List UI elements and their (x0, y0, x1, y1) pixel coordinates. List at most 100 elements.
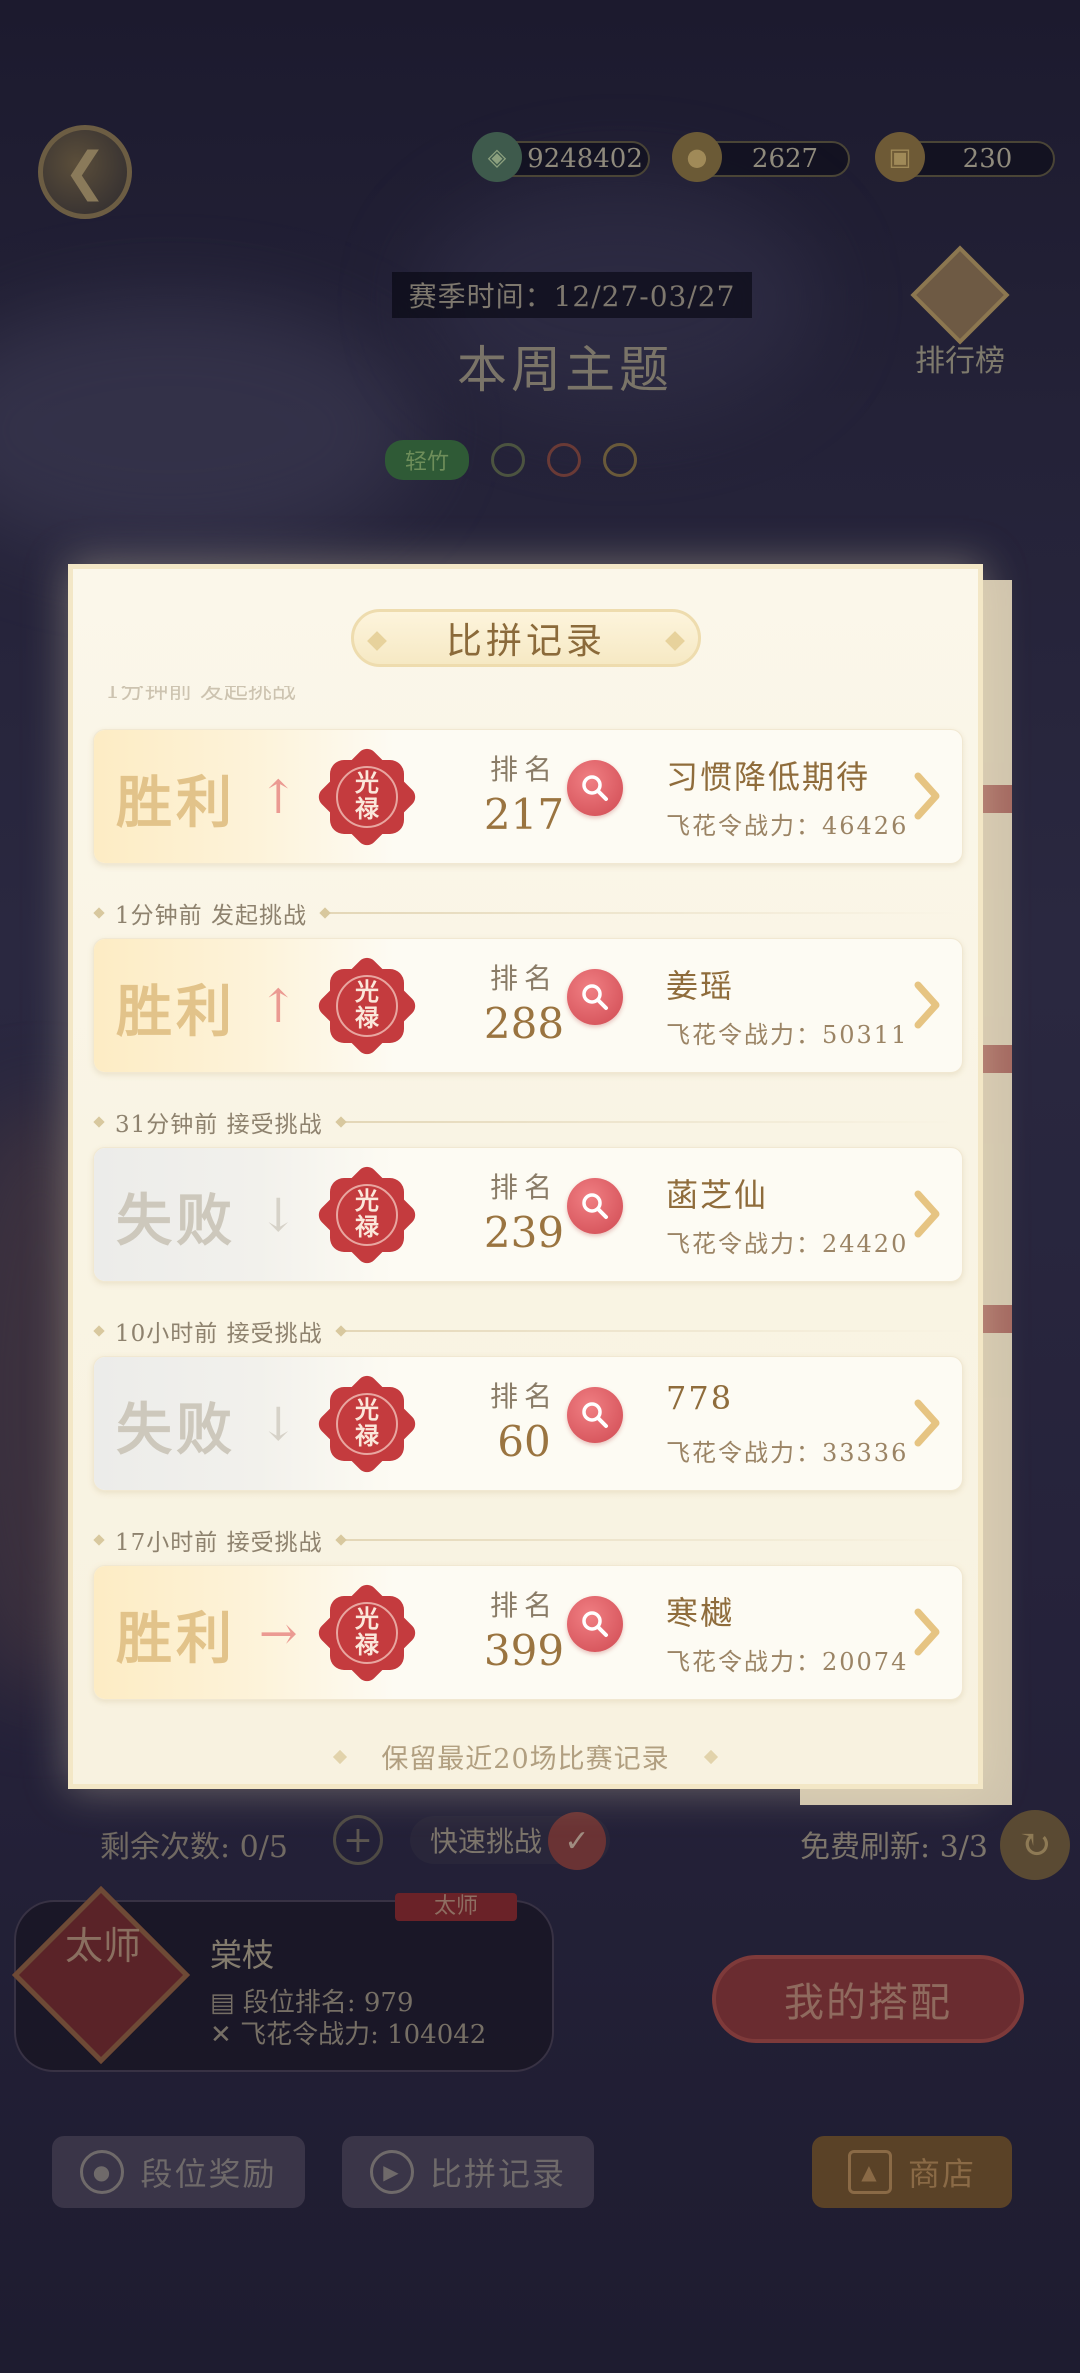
player-title-tag: 太师 (395, 1893, 517, 1921)
ornament-diamond (703, 1749, 718, 1764)
gift-icon: ● (80, 2150, 125, 2194)
rank-value: 399 (483, 1626, 565, 1675)
record-card[interactable]: 胜利 → 光禄 排名 399 寒樾 飞花令战力：20074 (93, 1565, 963, 1700)
arrow-down-icon: ↓ (259, 1397, 298, 1451)
opponent-power: 飞花令战力：46426 (666, 806, 908, 841)
moon-element-icon (603, 443, 638, 477)
result-label: 失败 (116, 1188, 236, 1254)
power-value: 46426 (822, 812, 909, 840)
modal-title: 比拼记录 (445, 621, 606, 662)
opponent-name: 姜瑶 (666, 967, 735, 1005)
view-opponent-button[interactable] (567, 1596, 623, 1652)
crossed-swords-icon: ✕ (210, 2020, 241, 2050)
badge-label: 光禄 (355, 1604, 379, 1659)
badge-text: 光禄 (322, 1397, 412, 1449)
record-card[interactable]: 胜利 ↑ 光禄 排名 217 习惯降低期待 飞花令战力：46426 (93, 729, 963, 864)
power-label: 飞花令战力： (666, 812, 822, 840)
badge-label: 光禄 (355, 1395, 379, 1450)
record-time: 17小时前 接受挑战 (115, 1530, 323, 1556)
rank-label: 排名 (489, 1380, 558, 1413)
ornament-diamond (93, 907, 105, 919)
refresh-icon[interactable]: ↻ (1000, 1810, 1070, 1880)
power-label: 飞花令战力： (666, 1230, 822, 1258)
divider-line (336, 1330, 965, 1332)
opponent-name: 习惯降低期待 (666, 758, 871, 796)
magnifier-icon (582, 1402, 608, 1428)
magnifier-icon (582, 984, 608, 1010)
record-card[interactable]: 失败 ↓ 光禄 排名 239 菡芝仙 飞花令战力：24420 (93, 1147, 963, 1282)
chevron-right-icon[interactable] (912, 979, 942, 1031)
divider-line (320, 912, 965, 914)
play-icon: ▶ (369, 2150, 414, 2194)
my-lineup-button[interactable]: 我的搭配 (712, 1955, 1024, 2043)
badge-label: 光禄 (355, 1186, 379, 1241)
magnifier-icon (582, 1611, 608, 1637)
badge-text: 光禄 (322, 1188, 412, 1240)
leaderboard-icon (910, 245, 1010, 345)
record-time-row: 17小时前 接受挑战 (93, 1525, 965, 1556)
result-label: 胜利 (116, 770, 236, 836)
back-button[interactable]: ❮ (38, 125, 132, 219)
record-time: 10小时前 接受挑战 (115, 1321, 323, 1347)
theme-title: 本周主题 (457, 341, 673, 399)
view-opponent-button[interactable] (567, 1178, 623, 1234)
result-label: 胜利 (116, 979, 236, 1045)
opponent-name: 菡芝仙 (666, 1176, 769, 1214)
back-arrow-icon: ❮ (63, 142, 107, 202)
rank-column: 排名 288 (464, 957, 584, 1048)
check-icon[interactable]: ✓ (548, 1812, 606, 1870)
view-opponent-button[interactable] (567, 760, 623, 816)
opponent-title-badge: 光禄 (314, 953, 420, 1059)
clipped-time-row: 1分钟前 发起挑战 (105, 686, 296, 700)
arrow-right-icon: → (259, 1606, 298, 1660)
add-attempts-button[interactable]: + (333, 1815, 383, 1865)
record-card[interactable]: 失败 ↓ 光禄 排名 60 778 飞花令战力：33336 (93, 1356, 963, 1491)
jade-currency-icon[interactable]: ◈ (472, 132, 522, 182)
divider-line (336, 1539, 965, 1541)
player-rank-badge-text: 太师 (64, 1924, 141, 1968)
rank-value: 239 (483, 1208, 565, 1257)
record-time: 31分钟前 接受挑战 (115, 1112, 323, 1138)
rank-value: 288 (483, 999, 565, 1048)
rank-column: 排名 399 (464, 1584, 584, 1675)
ornament-diamond (93, 1534, 105, 1546)
player-name: 棠枝 (210, 1936, 275, 1974)
shop-button[interactable]: ▲ 商店 (812, 2136, 1012, 2208)
opponent-title-badge: 光禄 (314, 1162, 420, 1268)
view-opponent-button[interactable] (567, 969, 623, 1025)
quick-challenge-label: 快速挑战 (430, 1825, 543, 1858)
leaderboard-button[interactable]: 排行榜 (900, 245, 1020, 390)
chevron-right-icon[interactable] (912, 1188, 942, 1240)
rank-column: 排名 217 (464, 748, 584, 839)
magnifier-icon (582, 775, 608, 801)
resource-value: 9248402 (527, 144, 643, 174)
opponent-power: 飞花令战力：20074 (666, 1642, 908, 1677)
opponent-name: 778 (666, 1379, 734, 1417)
opponent-title-badge: 光禄 (314, 1580, 420, 1686)
footer-note-text: 保留最近20场比赛记录 (381, 1744, 670, 1775)
rank-label: 排名 (489, 1589, 558, 1622)
rank-reward-button[interactable]: ● 段位奖励 (52, 2136, 305, 2208)
power-label: 飞花令战力： (666, 1648, 822, 1676)
arrow-up-icon: ↑ (259, 770, 298, 824)
divider-line (336, 1121, 965, 1123)
arrow-down-icon: ↓ (259, 1188, 298, 1242)
power-label: 飞花令战力： (666, 1021, 822, 1049)
chevron-right-icon[interactable] (912, 1397, 942, 1449)
chevron-right-icon[interactable] (912, 770, 942, 822)
rank-column: 排名 60 (464, 1375, 584, 1466)
view-opponent-button[interactable] (567, 1387, 623, 1443)
chevron-right-icon[interactable] (912, 1606, 942, 1658)
result-label: 胜利 (116, 1606, 236, 1672)
record-time-row: 31分钟前 接受挑战 (93, 1107, 965, 1138)
power-value: 24420 (822, 1230, 909, 1258)
record-time-row: 1分钟前 发起挑战 (93, 898, 965, 929)
record-time: 1分钟前 发起挑战 (115, 903, 307, 929)
record-card[interactable]: 胜利 ↑ 光禄 排名 288 姜瑶 飞花令战力：50311 (93, 938, 963, 1073)
coin-currency-icon[interactable]: ● (672, 132, 722, 182)
badge-text: 光禄 (322, 1606, 412, 1658)
opponent-title-badge: 光禄 (314, 1371, 420, 1477)
arrow-up-icon: ↑ (259, 979, 298, 1033)
rank-label: 排名 (489, 753, 558, 786)
match-record-button[interactable]: ▶ 比拼记录 (342, 2136, 594, 2208)
